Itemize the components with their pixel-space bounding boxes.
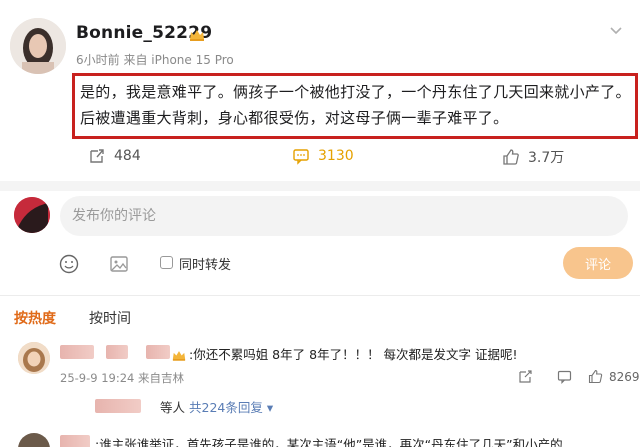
repost-count: 484 [114,148,141,164]
comment-replies[interactable]: 等人 共224条回复 ▾ [160,397,273,416]
like-button[interactable]: 3.7万 [502,147,564,167]
comment-text: :你还不累吗姐 8年了 8年了！！！ 每次都是发文字 证据呢! [189,347,518,362]
chevron-down-icon: ▾ [266,400,274,415]
comment-text: :谁主张谁举证，首先孩子是谁的，某次主语“他”是谁，再次“丹东住了几天”和小产的 [95,437,563,447]
post-text-line-2: 后被遭遇重大背刺，身心都很受伤，对这母子俩一辈子难平了。 [80,109,509,127]
comment-date: 25-9-9 19:24 [60,371,135,385]
section-divider [0,181,640,191]
reply-icon[interactable] [557,369,572,384]
redacted-username [60,345,94,359]
commenter-avatar[interactable] [18,342,50,374]
replies-link[interactable]: 共224条回复 [189,400,263,415]
current-user-avatar[interactable] [14,197,50,233]
comment-actions: 8269 [518,369,640,384]
comment-location: 来自吉林 [138,371,185,385]
emoji-icon[interactable] [58,253,80,275]
redacted-username [146,345,170,359]
comment-button[interactable]: 3130 [292,147,354,165]
tab-sort-by-hot[interactable]: 按热度 [14,308,56,328]
comment-count: 3130 [318,148,354,164]
tab-sort-by-time[interactable]: 按时间 [89,308,131,328]
post-meta: 6小时前 来自 iPhone 15 Pro [76,51,234,68]
author-avatar[interactable] [10,18,66,74]
repost-icon [90,149,104,163]
commenter-avatar[interactable] [18,433,50,447]
comment-meta: 25-9-9 19:24 来自吉林 [60,370,184,386]
redacted-username [106,345,128,359]
like-count: 3.7万 [528,150,565,166]
repost-checkbox-label[interactable]: 同时转发 [179,254,231,273]
repost-button[interactable]: 484 [88,147,141,165]
chevron-down-icon[interactable] [608,22,624,38]
share-icon[interactable] [518,369,533,384]
redacted-username [60,435,90,447]
thumbs-up-icon [503,149,519,165]
thumbs-up-icon[interactable] [588,369,603,384]
comment-input[interactable] [60,196,628,236]
comment-icon [293,149,309,165]
image-icon[interactable] [108,253,130,275]
crown-badge-icon [172,346,186,361]
crown-badge-icon [189,26,205,41]
replies-suffix: 等人 [160,400,186,415]
comment-like-count: 8269 [609,369,640,384]
post-time: 6小时前 [76,53,120,67]
post-text-line-1: 是的，我是意难平了。俩孩子一个被他打没了，一个丹东住了几天回来就小产了。 [80,83,631,101]
repost-checkbox[interactable] [160,256,173,269]
redacted-reply-users [95,399,141,413]
divider [0,295,640,296]
post-source: 来自 iPhone 15 Pro [123,53,234,67]
submit-comment-button[interactable]: 评论 [563,247,633,279]
